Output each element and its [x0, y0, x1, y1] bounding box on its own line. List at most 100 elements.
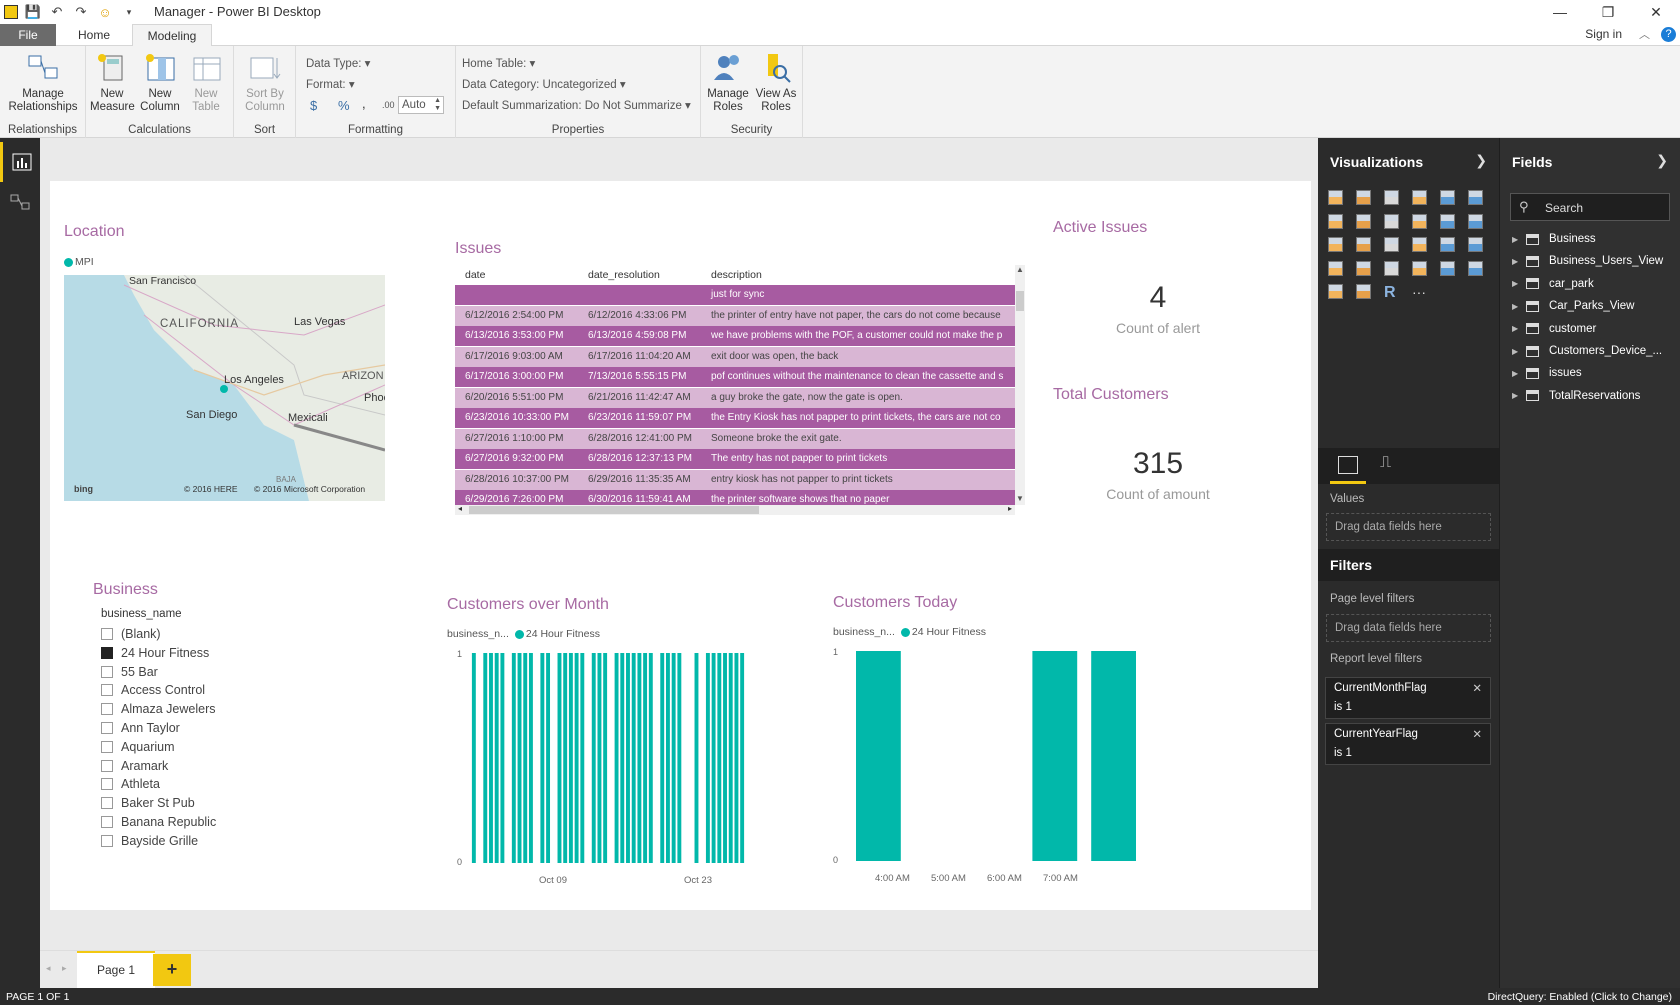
- 100-bar-icon[interactable]: [1440, 190, 1455, 205]
- r-visual-icon[interactable]: R: [1384, 284, 1402, 302]
- scroll-left-icon[interactable]: ◂: [458, 504, 462, 513]
- location-map[interactable]: San Francisco CALIFORNIA Las Vegas Los A…: [64, 275, 385, 501]
- bar[interactable]: [603, 653, 608, 863]
- customize-quick-access-icon[interactable]: ▾: [120, 3, 138, 21]
- bar[interactable]: [740, 653, 745, 863]
- page-filters-drop-zone[interactable]: Drag data fields here: [1326, 614, 1491, 642]
- column-header-description[interactable]: description: [711, 269, 762, 281]
- bar[interactable]: [471, 653, 476, 863]
- slicer-item[interactable]: Aramark: [101, 759, 168, 773]
- bar[interactable]: [580, 653, 585, 863]
- area-chart-icon[interactable]: [1356, 213, 1371, 229]
- prev-page-icon[interactable]: ◂: [46, 963, 51, 974]
- field-table-item[interactable]: ▶ Customers_Device_...: [1512, 345, 1662, 357]
- decimal-places-input[interactable]: Auto ▲ ▼: [398, 96, 444, 114]
- new-column-button[interactable]: New Column: [138, 52, 182, 114]
- slicer-item[interactable]: Bayside Grille: [101, 834, 198, 848]
- bar[interactable]: [591, 653, 596, 863]
- bar[interactable]: [648, 653, 653, 863]
- customers-today-chart[interactable]: 1 0 4:00 AM 5:00 AM 6:00 AM 7:00 AM: [833, 643, 1163, 890]
- treemap-icon[interactable]: [1384, 237, 1399, 252]
- bar[interactable]: [723, 653, 727, 863]
- bar[interactable]: [626, 653, 630, 863]
- bar[interactable]: [511, 653, 516, 863]
- close-window-button[interactable]: ✕: [1632, 0, 1680, 24]
- hscroll-thumb[interactable]: [469, 506, 759, 514]
- smiley-feedback-icon[interactable]: ☺: [96, 3, 114, 21]
- bar[interactable]: [517, 653, 522, 863]
- gauge-icon[interactable]: [1384, 260, 1399, 276]
- field-table-item[interactable]: ▶ issues: [1512, 367, 1582, 379]
- issues-vertical-scrollbar[interactable]: ▲ ▼: [1015, 265, 1025, 505]
- table-row[interactable]: 6/17/2016 3:00:00 PM 7/13/2016 5:55:15 PM…: [455, 367, 1015, 387]
- values-drop-zone[interactable]: Drag data fields here: [1326, 513, 1491, 541]
- fields-search[interactable]: ⚲ Search: [1510, 193, 1670, 221]
- stacked-column-icon[interactable]: [1356, 190, 1371, 205]
- waterfall-icon[interactable]: [1328, 260, 1343, 276]
- add-page-button[interactable]: +: [153, 954, 191, 986]
- checkbox[interactable]: [101, 628, 113, 640]
- expand-arrow-icon[interactable]: ▶: [1512, 302, 1518, 311]
- bar[interactable]: [483, 653, 488, 863]
- next-page-icon[interactable]: ▸: [62, 963, 67, 974]
- remove-filter-icon[interactable]: ✕: [1472, 681, 1482, 695]
- line-column-icon[interactable]: [1412, 213, 1427, 229]
- slicer-item[interactable]: Athleta: [101, 777, 160, 791]
- field-table-item[interactable]: ▶ Business_Users_View: [1512, 255, 1663, 267]
- more-visuals-icon[interactable]: ···: [1412, 284, 1430, 302]
- line-chart-icon[interactable]: [1328, 213, 1343, 229]
- help-icon[interactable]: ?: [1661, 27, 1676, 42]
- field-table-item[interactable]: ▶ car_park: [1512, 278, 1594, 290]
- percent-button[interactable]: %: [338, 98, 350, 113]
- remove-filter-icon[interactable]: ✕: [1472, 727, 1482, 741]
- data-category-dropdown[interactable]: Data Category: Uncategorized ▾: [462, 77, 626, 91]
- default-summarization-dropdown[interactable]: Default Summarization: Do Not Summarize …: [462, 98, 691, 112]
- search-input[interactable]: Search: [1545, 201, 1583, 215]
- collapse-visualizations-icon[interactable]: ❯: [1475, 152, 1487, 169]
- expand-arrow-icon[interactable]: ▶: [1512, 369, 1518, 378]
- currency-button[interactable]: $: [310, 98, 317, 113]
- bar[interactable]: [500, 653, 505, 863]
- expand-arrow-icon[interactable]: ▶: [1512, 235, 1518, 244]
- donut-icon[interactable]: [1356, 284, 1371, 299]
- stacked-area-icon[interactable]: [1384, 213, 1399, 229]
- minimize-button[interactable]: —: [1536, 0, 1584, 24]
- bar[interactable]: [1091, 651, 1136, 861]
- bar[interactable]: [546, 653, 551, 863]
- matrix-icon[interactable]: [1468, 237, 1483, 252]
- sign-in-link[interactable]: Sign in: [1585, 27, 1622, 41]
- manage-relationships-button[interactable]: Manage Relationships: [4, 52, 82, 114]
- slicer-item[interactable]: (Blank): [101, 627, 161, 641]
- bar[interactable]: [489, 653, 493, 863]
- format-dropdown[interactable]: Format: ▾: [306, 77, 355, 91]
- table-row[interactable]: 6/12/2016 2:54:00 PM 6/12/2016 4:33:06 PM…: [455, 305, 1015, 326]
- bar[interactable]: [677, 653, 682, 863]
- 100-column-icon[interactable]: [1468, 190, 1483, 205]
- scatter-icon[interactable]: [1328, 237, 1343, 252]
- bar[interactable]: [856, 651, 901, 861]
- slicer-icon[interactable]: [1328, 284, 1343, 299]
- table-icon[interactable]: [1440, 237, 1455, 252]
- tab-file[interactable]: File: [0, 24, 56, 46]
- bar[interactable]: [631, 653, 636, 863]
- slicer-item[interactable]: Almaza Jewelers: [101, 702, 215, 716]
- bar[interactable]: [717, 653, 722, 863]
- bar[interactable]: [637, 653, 642, 863]
- expand-arrow-icon[interactable]: ▶: [1512, 391, 1518, 400]
- bar[interactable]: [563, 653, 568, 863]
- field-table-item[interactable]: ▶ customer: [1512, 323, 1596, 335]
- column-header-date[interactable]: date: [465, 269, 485, 281]
- bar[interactable]: [660, 653, 665, 863]
- checkbox[interactable]: [101, 665, 113, 678]
- view-as-roles-button[interactable]: View As Roles: [753, 52, 799, 114]
- slicer-item[interactable]: Banana Republic: [101, 815, 216, 829]
- collapse-ribbon-icon[interactable]: ︿: [1639, 26, 1650, 42]
- new-table-button[interactable]: New Table: [184, 52, 228, 114]
- checkbox[interactable]: [101, 703, 113, 716]
- funnel-icon[interactable]: [1356, 260, 1371, 276]
- clustered-bar-icon[interactable]: [1384, 190, 1399, 205]
- expand-arrow-icon[interactable]: ▶: [1512, 257, 1518, 266]
- checkbox[interactable]: [101, 646, 113, 659]
- table-row[interactable]: 6/27/2016 9:32:00 PM 6/28/2016 12:37:13 P…: [455, 449, 1015, 469]
- filter-card-current-month[interactable]: CurrentMonthFlag is 1 ✕: [1325, 677, 1491, 719]
